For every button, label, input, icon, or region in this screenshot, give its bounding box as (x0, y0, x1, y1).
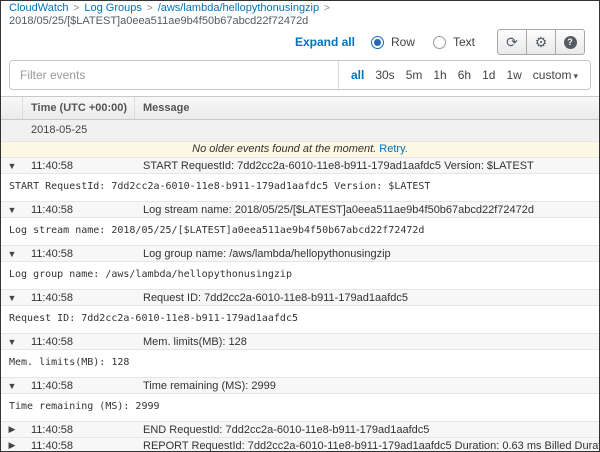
range-1d-link[interactable]: 1d (482, 68, 495, 82)
event-message: START RequestId: 7dd2cc2a-6010-11e8-b911… (135, 160, 599, 172)
log-event-row[interactable]: ▼ 11:40:58 Log group name: /aws/lambda/h… (1, 245, 599, 261)
event-time: 11:40:58 (23, 204, 135, 216)
text-view-label[interactable]: Text (453, 35, 475, 49)
log-events-list: 2018-05-25 No older events found at the … (1, 120, 599, 452)
notice-text: No older events found at the moment. (192, 143, 376, 155)
collapse-toggle-icon[interactable]: ▼ (1, 337, 23, 347)
event-message: Time remaining (MS): 2999 (135, 380, 599, 392)
view-controls: Expand all Row Text ⟳ ⚙ ? (1, 28, 599, 56)
log-event-row[interactable]: ▼ 11:40:58 START RequestId: 7dd2cc2a-601… (1, 157, 599, 173)
event-time: 11:40:58 (23, 248, 135, 260)
no-older-events-notice: No older events found at the moment. Ret… (1, 141, 599, 157)
expand-toggle-icon[interactable]: ▶ (1, 440, 23, 451)
range-1w-link[interactable]: 1w (506, 68, 521, 82)
event-time: 11:40:58 (23, 336, 135, 348)
range-5m-link[interactable]: 5m (406, 68, 423, 82)
log-event-detail: Request ID: 7dd2cc2a-6010-11e8-b911-179a… (1, 305, 599, 333)
breadcrumb-log-group-link[interactable]: /aws/lambda/hellopythonusingzip (158, 2, 319, 14)
log-event-row[interactable]: ▼ 11:40:58 Time remaining (MS): 2999 (1, 377, 599, 393)
row-view-label[interactable]: Row (391, 35, 415, 49)
range-30s-link[interactable]: 30s (375, 68, 394, 82)
collapse-toggle-icon[interactable]: ▼ (1, 381, 23, 391)
expand-all-button[interactable]: Expand all (295, 35, 355, 49)
breadcrumb-log-groups-link[interactable]: Log Groups (84, 2, 141, 14)
log-event-detail: Time remaining (MS): 2999 (1, 393, 599, 421)
collapse-toggle-icon[interactable]: ▼ (1, 161, 23, 171)
text-view-radio[interactable] (433, 36, 446, 49)
retry-link[interactable]: Retry. (379, 143, 408, 155)
event-time: 11:40:58 (23, 380, 135, 392)
breadcrumb: CloudWatch > Log Groups > /aws/lambda/hellop… (1, 1, 599, 28)
event-time: 11:40:58 (23, 424, 135, 436)
event-message: Mem. limits(MB): 128 (135, 336, 599, 348)
log-event-row[interactable]: ▶ 11:40:58 REPORT RequestId: 7dd2cc2a-60… (1, 437, 599, 452)
collapse-toggle-icon[interactable]: ▼ (1, 293, 23, 303)
log-event-detail: Mem. limits(MB): 128 (1, 349, 599, 377)
chevron-right-icon: > (74, 3, 80, 14)
log-event-row[interactable]: ▼ 11:40:58 Log stream name: 2018/05/25/[… (1, 201, 599, 217)
refresh-button[interactable]: ⟳ (497, 29, 527, 55)
range-6h-link[interactable]: 6h (458, 68, 471, 82)
event-message: Log group name: /aws/lambda/hellopythonu… (135, 248, 599, 260)
log-event-detail: START RequestId: 7dd2cc2a-6010-11e8-b911… (1, 173, 599, 201)
range-1h-link[interactable]: 1h (433, 68, 446, 82)
date-separator-row: 2018-05-25 (1, 120, 599, 141)
collapse-toggle-icon[interactable]: ▼ (1, 205, 23, 215)
breadcrumb-cloudwatch-link[interactable]: CloudWatch (9, 2, 69, 14)
log-event-detail: Log stream name: 2018/05/25/[$LATEST]a0e… (1, 217, 599, 245)
filter-events-input[interactable] (10, 61, 338, 89)
event-message: Log stream name: 2018/05/25/[$LATEST]a0e… (135, 204, 599, 216)
expand-toggle-icon[interactable]: ▶ (1, 424, 23, 435)
chevron-right-icon: > (147, 3, 153, 14)
event-message: END RequestId: 7dd2cc2a-6010-11e8-b911-1… (135, 424, 599, 436)
time-range-selector: all 30s 5m 1h 6h 1d 1w custom▾ (338, 61, 590, 89)
collapse-toggle-icon[interactable]: ▼ (1, 249, 23, 259)
row-view-radio[interactable] (371, 36, 384, 49)
range-all-link[interactable]: all (351, 68, 364, 82)
event-message: REPORT RequestId: 7dd2cc2a-6010-11e8-b91… (135, 440, 599, 452)
log-event-row[interactable]: ▼ 11:40:58 Mem. limits(MB): 128 (1, 333, 599, 349)
log-event-detail: Log group name: /aws/lambda/hellopythonu… (1, 261, 599, 289)
event-time: 11:40:58 (23, 292, 135, 304)
filter-bar: all 30s 5m 1h 6h 1d 1w custom▾ (9, 60, 591, 90)
expand-column-header (1, 97, 23, 119)
log-event-row[interactable]: ▼ 11:40:58 Request ID: 7dd2cc2a-6010-11e… (1, 289, 599, 305)
chevron-down-icon: ▾ (573, 71, 578, 81)
event-time: 11:40:58 (23, 160, 135, 172)
log-stream-name-title: 2018/05/25/[$LATEST]a0eea511ae9b4f50b67a… (9, 15, 591, 28)
settings-button[interactable]: ⚙ (526, 29, 556, 55)
chevron-right-icon: > (324, 3, 330, 14)
help-icon: ? (564, 36, 577, 49)
table-header: Time (UTC +00:00) Message (1, 96, 599, 120)
cloudwatch-log-events-page: CloudWatch > Log Groups > /aws/lambda/hellop… (0, 0, 600, 452)
message-column-header: Message (135, 97, 599, 119)
gear-icon: ⚙ (535, 34, 548, 51)
refresh-icon: ⟳ (506, 34, 518, 51)
toolbar-button-group: ⟳ ⚙ ? (497, 29, 585, 55)
event-message: Request ID: 7dd2cc2a-6010-11e8-b911-179a… (135, 292, 599, 304)
event-time: 11:40:58 (23, 440, 135, 452)
help-button[interactable]: ? (555, 29, 585, 55)
log-event-row[interactable]: ▶ 11:40:58 END RequestId: 7dd2cc2a-6010-… (1, 421, 599, 437)
range-custom-dropdown[interactable]: custom▾ (533, 68, 578, 82)
time-column-header: Time (UTC +00:00) (23, 97, 135, 119)
